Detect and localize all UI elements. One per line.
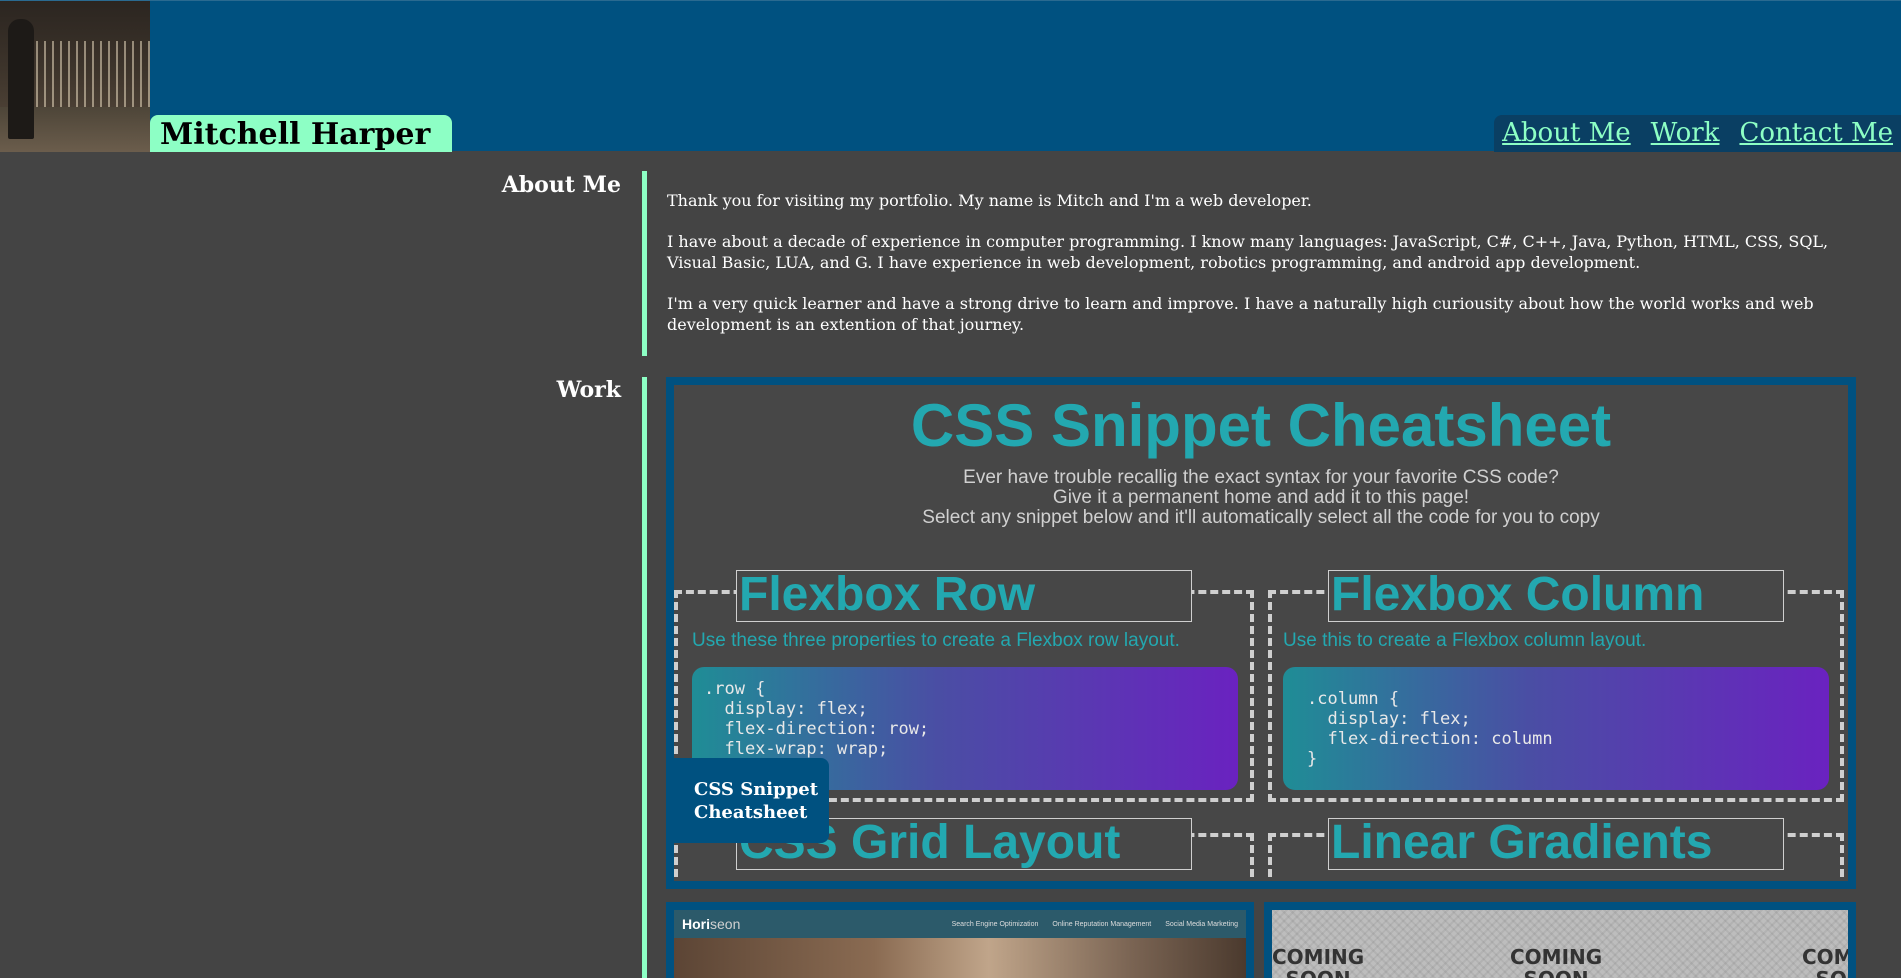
brand-part: seon: [710, 916, 741, 932]
soon-line: COMING: [1510, 945, 1603, 969]
main-nav: About Me Work Contact Me: [1494, 115, 1901, 152]
screenshot-title: CSS Snippet Cheatsheet: [910, 392, 1612, 459]
thumb-link: Social Media Marketing: [1165, 920, 1238, 928]
thumb-link: Online Reputation Management: [1052, 920, 1152, 928]
snippet-desc: Use these three properties to create a F…: [692, 630, 1180, 651]
thumb-navbar: Horiseon Search Engine Optimization Onli…: [674, 910, 1246, 938]
soon-line: SOON: [1272, 968, 1364, 978]
about-heading: About Me: [501, 172, 621, 198]
nav-about-me[interactable]: About Me: [1502, 115, 1631, 152]
coming-soon-text: COMINGSOON: [1802, 945, 1854, 978]
featured-project-label[interactable]: CSS Snippet Cheatsheet: [668, 758, 829, 843]
soon-line: COMING: [1272, 945, 1365, 969]
thumb-link: Search Engine Optimization: [951, 920, 1039, 928]
about-paragraph: I'm a very quick learner and have a stro…: [667, 294, 1814, 334]
work-heading: Work: [556, 377, 621, 403]
nav-work[interactable]: Work: [1651, 115, 1720, 152]
soon-line: COMING: [1802, 945, 1854, 969]
about-text: Thank you for visiting my portfolio. My …: [667, 190, 1847, 355]
nav-contact-me[interactable]: Contact Me: [1739, 115, 1893, 152]
site-name: Mitchell Harper: [150, 115, 452, 152]
subtitle-line: Give it a permanent home and add it to t…: [1052, 487, 1470, 508]
profile-photo: [0, 1, 150, 152]
project-thumbnail-coming-soon[interactable]: COMINGSOON COMINGSOON COMINGSOON: [1264, 902, 1856, 978]
thumb-brand: Horiseon: [682, 916, 740, 932]
work-divider: [642, 377, 647, 978]
about-paragraph: I have about a decade of experience in c…: [667, 232, 1829, 272]
snippet-code: .column { display: flex; flex-direction:…: [1283, 667, 1829, 790]
snippet-title: Linear Gradients: [1328, 818, 1784, 870]
snippet-title: Flexbox Column: [1328, 570, 1784, 622]
brand-part: Hori: [682, 916, 710, 932]
soon-line: SOON: [1802, 968, 1848, 978]
about-paragraph: Thank you for visiting my portfolio. My …: [667, 191, 1312, 210]
coming-soon-text: COMINGSOON: [1510, 946, 1602, 978]
snippet-title: Flexbox Row: [736, 570, 1192, 622]
screenshot-subtitle: Ever have trouble recallig the exact syn…: [674, 468, 1848, 528]
project-thumbnail-horiseon[interactable]: Horiseon Search Engine Optimization Onli…: [666, 902, 1254, 978]
subtitle-line: Ever have trouble recallig the exact syn…: [963, 467, 1559, 488]
coming-soon-text: COMINGSOON: [1272, 946, 1364, 978]
subtitle-line: Select any snippet below and it'll autom…: [922, 507, 1600, 528]
site-header: Mitchell Harper About Me Work Contact Me: [0, 0, 1901, 152]
soon-line: SOON: [1510, 968, 1602, 978]
snippet-desc: Use this to create a Flexbox column layo…: [1283, 630, 1647, 651]
person-silhouette: [8, 19, 34, 139]
featured-project[interactable]: CSS Snippet Cheatsheet Ever have trouble…: [666, 377, 1856, 889]
about-divider: [642, 171, 647, 356]
thumb-links: Search Engine Optimization Online Reputa…: [952, 921, 1238, 928]
thumb-hero-image: [674, 938, 1246, 978]
